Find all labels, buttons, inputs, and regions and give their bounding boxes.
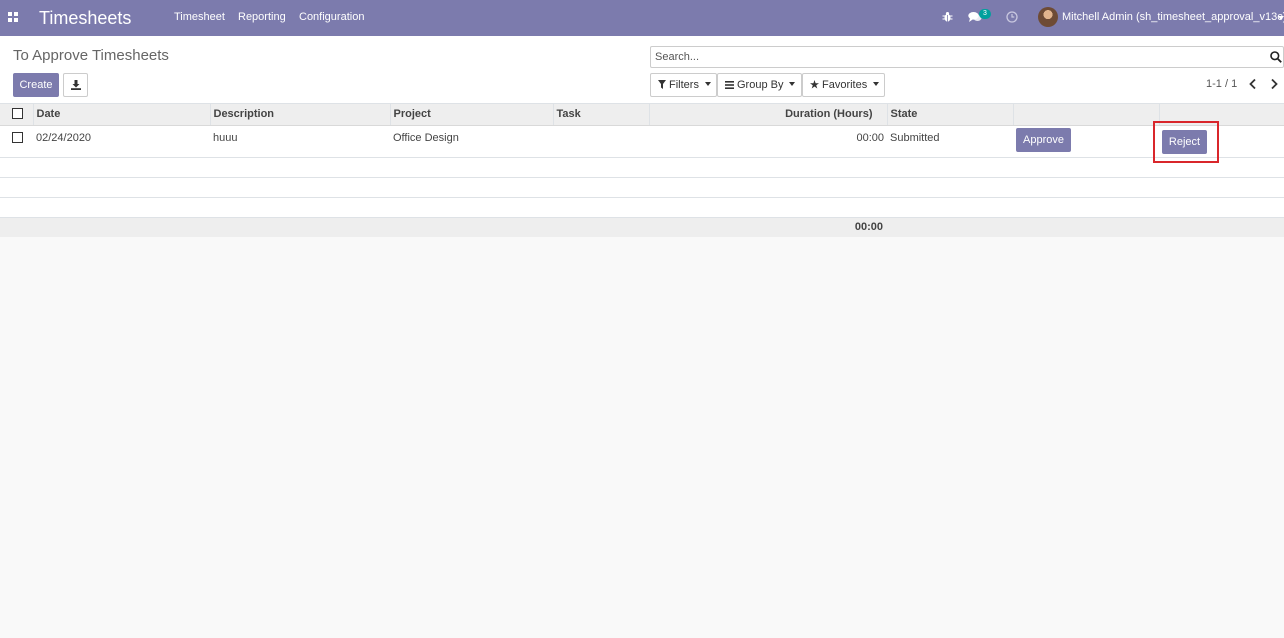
timesheet-list: Date Description Project Task Duration (… [0, 104, 1284, 237]
clock-icon[interactable] [1006, 11, 1018, 23]
user-avatar[interactable] [1038, 7, 1058, 27]
group-by-label: Group By [737, 79, 784, 91]
search-box [650, 46, 1284, 68]
column-header-state[interactable]: State [886, 104, 1013, 126]
apps-grid-icon[interactable] [8, 12, 18, 22]
empty-row [0, 157, 1284, 178]
chevron-left-icon[interactable] [1248, 78, 1258, 90]
pager-value[interactable]: 1-1 / 1 [1206, 78, 1237, 90]
menu-timesheet[interactable]: Timesheet [174, 11, 225, 23]
column-header-project[interactable]: Project [389, 104, 553, 126]
approve-button[interactable]: Approve [1016, 127, 1071, 152]
page-title: To Approve Timesheets [13, 47, 169, 64]
column-header-description[interactable]: Description [209, 104, 390, 126]
app-title[interactable]: Timesheets [39, 8, 131, 29]
reject-highlight-box: Reject [1153, 121, 1219, 163]
row-checkbox[interactable] [12, 131, 23, 143]
row-select-cell [0, 125, 33, 158]
bug-icon[interactable] [942, 11, 953, 23]
total-duration: 00:00 [649, 217, 887, 237]
reject-button[interactable]: Reject [1162, 130, 1207, 154]
table-header: Date Description Project Task Duration (… [0, 104, 1284, 126]
cell-duration: 00:00 [649, 125, 887, 158]
select-all-cell [0, 104, 33, 126]
search-input[interactable] [651, 47, 1261, 67]
cell-description: huuu [210, 125, 390, 158]
filter-icon [658, 80, 666, 89]
menu-reporting[interactable]: Reporting [238, 11, 286, 23]
favorites-label: Favorites [822, 79, 868, 91]
filters-dropdown[interactable]: Filters [650, 73, 717, 97]
column-header-duration[interactable]: Duration (Hours) [648, 104, 887, 126]
select-all-checkbox[interactable] [12, 107, 23, 119]
column-header-date[interactable]: Date [32, 104, 210, 126]
star-icon [810, 80, 819, 89]
user-menu[interactable]: Mitchell Admin (sh_timesheet_approval_v1… [1062, 11, 1284, 23]
column-header-task[interactable]: Task [552, 104, 649, 126]
table-footer: 00:00 [0, 217, 1284, 237]
cell-task [553, 125, 649, 158]
download-icon [71, 80, 81, 90]
top-navbar: Timesheets Timesheet Reporting Configura… [0, 0, 1284, 36]
messages-count-badge: 3 [979, 9, 991, 19]
menu-configuration[interactable]: Configuration [299, 11, 364, 23]
group-by-dropdown[interactable]: Group By [717, 73, 802, 97]
list-icon [725, 81, 734, 89]
chevron-right-icon[interactable] [1269, 78, 1279, 90]
empty-row [0, 197, 1284, 218]
chevron-down-icon[interactable] [1278, 16, 1284, 20]
empty-row [0, 177, 1284, 198]
filters-label: Filters [669, 79, 699, 91]
search-icon[interactable] [1270, 51, 1282, 63]
column-header-approve [1012, 104, 1159, 126]
cell-approve: Approve [1013, 125, 1159, 158]
table-row[interactable]: 02/24/2020 huuu Office Design 00:00 Subm… [0, 125, 1284, 158]
cell-state: Submitted [887, 125, 1013, 158]
cell-project: Office Design [390, 125, 553, 158]
create-button[interactable]: Create [13, 73, 59, 97]
control-panel: To Approve Timesheets Create Filters Gro… [0, 36, 1284, 104]
cell-date: 02/24/2020 [33, 125, 210, 158]
favorites-dropdown[interactable]: Favorites [802, 73, 885, 97]
export-button[interactable] [63, 73, 88, 97]
